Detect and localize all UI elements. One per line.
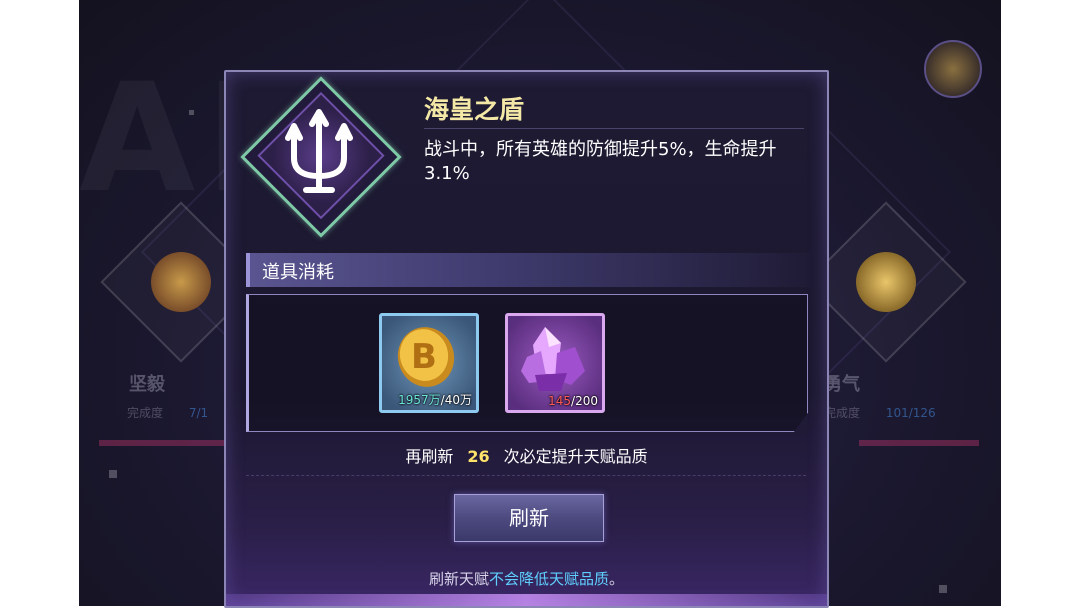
right-progress-label: 完成度: [824, 406, 861, 420]
refresh-tip-count: 26: [467, 447, 490, 466]
purple-crystal-icon: [521, 327, 585, 391]
crystal-have: 145: [548, 394, 572, 408]
background-bar: [99, 440, 224, 446]
talent-title: 海皇之盾: [424, 95, 525, 124]
refresh-tip-suffix: 次必定提升天赋品质: [503, 447, 648, 466]
dialog-bottom-glow: [226, 594, 827, 606]
footer-note: 刷新天赋不会降低天赋品质。: [226, 568, 827, 589]
talent-dialog: 海皇之盾 战斗中，所有英雄的防御提升5%，生命提升3.1% 道具消耗 B 195…: [224, 70, 829, 608]
item-slot-gold[interactable]: B 1957万/40万: [379, 313, 479, 413]
footer-note-prefix: 刷新天赋: [428, 570, 489, 588]
right-progress: 完成度 101/126: [824, 404, 936, 421]
talent-description: 战斗中，所有英雄的防御提升5%，生命提升3.1%: [424, 139, 777, 184]
section-title: 道具消耗: [262, 262, 334, 283]
gold-have: 1957万: [398, 393, 441, 407]
decor-dot: [189, 110, 194, 115]
badge-icon: [843, 239, 929, 325]
refresh-button[interactable]: 刷新: [454, 494, 604, 542]
section-header-item-cost: 道具消耗: [246, 253, 810, 287]
left-progress-value: 7/1: [188, 406, 209, 420]
svg-text:B: B: [411, 337, 437, 377]
gold-count: 1957万/40万: [398, 391, 472, 408]
right-badge-label: 勇气: [824, 374, 860, 395]
badge-icon: [138, 239, 224, 325]
left-progress: 完成度 7/1: [127, 404, 208, 421]
crystal-count: 145/200: [548, 394, 598, 408]
background-bar: [859, 440, 979, 446]
item-slot-crystal[interactable]: 145/200: [505, 313, 605, 413]
decor-dot: [939, 585, 947, 593]
top-right-coin-button[interactable]: [924, 40, 982, 98]
right-progress-value: 101/126: [885, 406, 936, 420]
refresh-tip-prefix: 再刷新: [405, 447, 454, 466]
footer-note-suffix: 。: [609, 570, 625, 588]
title-divider: [424, 128, 804, 129]
crystal-need: /200: [571, 394, 598, 408]
trident-icon: [285, 109, 353, 193]
gold-need: /40万: [440, 393, 472, 407]
decor-dot: [109, 470, 117, 478]
left-progress-label: 完成度: [127, 406, 164, 420]
items-panel: B 1957万/40万 145/200: [246, 294, 808, 432]
divider: [246, 475, 806, 477]
refresh-tip: 再刷新 26 次必定提升天赋品质: [226, 443, 827, 467]
left-badge-label: 坚毅: [129, 374, 165, 395]
footer-note-highlight: 不会降低天赋品质: [488, 570, 609, 588]
